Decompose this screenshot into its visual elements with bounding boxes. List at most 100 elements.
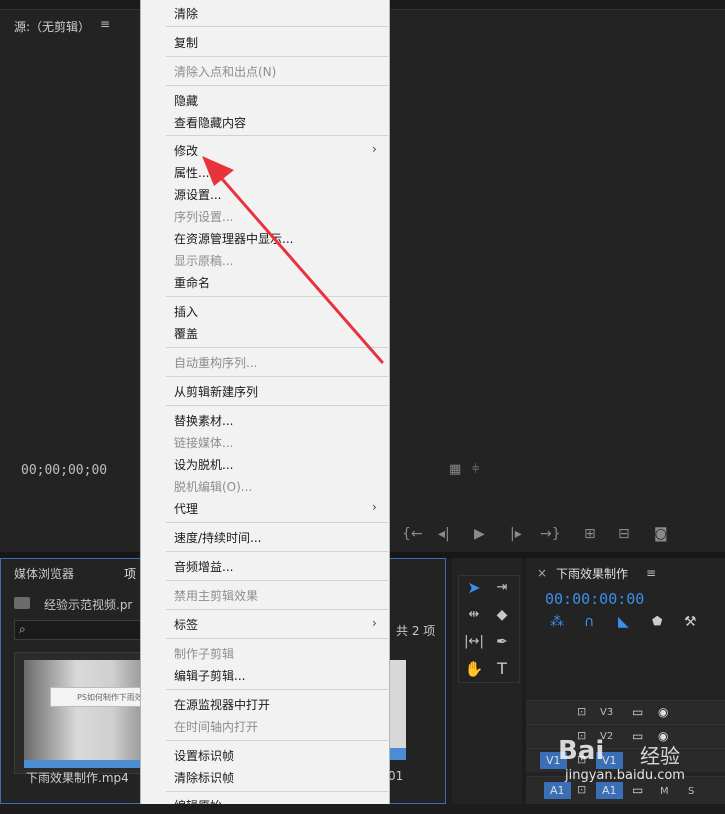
play-icon[interactable]: ▶ (474, 526, 485, 542)
timeline-timecode[interactable]: 00:00:00:00 (545, 590, 644, 608)
menu-item-hide[interactable]: 隐藏 (174, 92, 198, 109)
source-timecode[interactable]: 00;00;00;00 (21, 463, 107, 478)
menu-item-make-offline[interactable]: 设为脱机... (174, 456, 233, 473)
lock-icon[interactable]: ⊡ (577, 705, 586, 718)
menu-separator (166, 638, 388, 639)
pen-tool-icon[interactable]: ✒ (490, 631, 514, 653)
menu-item-view-hidden[interactable]: 查看隐藏内容 (174, 114, 246, 131)
tab-media-browser[interactable]: 媒体浏览器 (14, 565, 74, 582)
eye-icon[interactable]: ◉ (658, 705, 668, 719)
menu-item-new-sequence-from-clip[interactable]: 从剪辑新建序列 (174, 383, 258, 400)
menu-item-edit-subclip[interactable]: 编辑子剪辑... (174, 667, 245, 684)
nest-icon[interactable]: ⁂ (550, 614, 564, 630)
mute-track-icon[interactable]: M (660, 786, 669, 797)
overwrite-icon[interactable]: ⊟ (618, 526, 630, 542)
menu-item-speed-duration[interactable]: 速度/持续时间... (174, 529, 262, 546)
watermark-url: jingyan.baidu.com (565, 768, 685, 783)
menu-item-overwrite[interactable]: 覆盖 (174, 325, 198, 342)
type-tool-icon[interactable]: T (490, 658, 514, 680)
menu-item-insert[interactable]: 插入 (174, 303, 198, 320)
menu-item-edit-offline[interactable]: 脱机编辑(O)... (174, 478, 252, 495)
track-label-v3: V3 (600, 707, 614, 718)
menu-separator (166, 376, 388, 377)
menu-separator (166, 296, 388, 297)
track-select-tool-icon[interactable]: ⇥ (490, 577, 514, 599)
selection-tool-icon[interactable]: ➤ (462, 577, 486, 599)
marker-icon[interactable]: ⬟ (652, 614, 662, 628)
slip-tool-icon[interactable]: |↔| (462, 631, 486, 653)
menu-item-rename[interactable]: 重命名 (174, 274, 210, 291)
razor-tool-icon[interactable]: ◆ (490, 604, 514, 626)
project-name: 经验示范视频.pr (44, 598, 133, 612)
menu-item-clear-poster-frame[interactable]: 清除标识帧 (174, 769, 234, 786)
camera-icon[interactable]: ◙ (654, 526, 668, 542)
menu-item-make-subclip[interactable]: 制作子剪辑 (174, 645, 234, 662)
menu-separator (166, 740, 388, 741)
menu-item-modify[interactable]: 修改 (174, 142, 198, 159)
panel-menu-icon[interactable]: ≡ (100, 17, 110, 31)
watermark-logo: Bai (558, 736, 605, 766)
clip-name[interactable]: 下雨效果制作.mp4 (26, 769, 129, 786)
menu-item-auto-reframe[interactable]: 自动重构序列... (174, 354, 257, 371)
hand-tool-icon[interactable]: ✋ (462, 658, 486, 680)
ripple-edit-tool-icon[interactable]: ⇹ (462, 604, 486, 626)
menu-separator (166, 347, 388, 348)
lock-icon[interactable]: ⊡ (577, 783, 586, 796)
menu-item-open-in-timeline[interactable]: 在时间轴内打开 (174, 718, 258, 735)
track-row-v3 (526, 700, 725, 724)
menu-item-audio-gain[interactable]: 音频增益... (174, 558, 233, 575)
item-count: 共 2 项 (396, 624, 436, 638)
project-search-input[interactable] (14, 620, 144, 640)
search-icon: ⌕ (19, 622, 26, 636)
menu-item-clear-in-out[interactable]: 清除入点和出点(N) (174, 63, 276, 80)
menu-item-set-poster-frame[interactable]: 设置标识帧 (174, 747, 234, 764)
menu-item-properties[interactable]: 属性... (174, 164, 209, 181)
menu-item-reveal-original[interactable]: 显示原稿... (174, 252, 233, 269)
submenu-chevron-icon: › (372, 500, 377, 514)
timeline-title[interactable]: 下雨效果制作 (556, 565, 628, 582)
menu-item-open-in-source-monitor[interactable]: 在源监视器中打开 (174, 696, 270, 713)
go-to-out-icon[interactable]: →} (540, 526, 561, 542)
clip-preview-image[interactable] (24, 660, 142, 760)
menu-separator (166, 551, 388, 552)
menu-item-sequence-settings[interactable]: 序列设置... (174, 208, 233, 225)
source-patch-a1[interactable]: A1 (544, 782, 571, 799)
menu-separator (166, 85, 388, 86)
wrench-icon[interactable]: ⚒ (684, 614, 697, 630)
submenu-chevron-icon: › (372, 616, 377, 630)
menu-item-proxy[interactable]: 代理 (174, 500, 198, 517)
tab-project[interactable]: 项 (124, 565, 136, 582)
menu-item-clear[interactable]: 清除 (174, 5, 198, 22)
submenu-chevron-icon: › (372, 142, 377, 156)
menu-separator (166, 791, 388, 792)
folder-icon (14, 597, 30, 609)
close-icon[interactable]: × (537, 566, 547, 580)
menu-item-edit-original[interactable]: 编辑原始 (174, 797, 222, 814)
menu-item-replace-footage[interactable]: 替换素材... (174, 412, 233, 429)
watermark-brand-text: 经验 (640, 744, 680, 768)
step-forward-icon[interactable]: |▸ (510, 526, 522, 542)
solo-track-icon[interactable]: S (688, 786, 694, 797)
drag-audio-icon[interactable]: ⫩ (472, 462, 479, 477)
menu-separator (166, 522, 388, 523)
clip-2-bar (388, 748, 406, 760)
menu-item-reveal-in-explorer[interactable]: 在资源管理器中显示... (174, 230, 293, 247)
source-monitor-title[interactable]: 源:（无剪辑） (14, 18, 90, 35)
panel-menu-icon[interactable]: ≡ (646, 566, 656, 580)
menu-item-source-settings[interactable]: 源设置... (174, 186, 221, 203)
menu-item-label[interactable]: 标签 (174, 616, 198, 633)
go-to-in-icon[interactable]: {← (402, 526, 423, 542)
track-target-a1[interactable]: A1 (596, 782, 623, 799)
menu-item-duplicate[interactable]: 复制 (174, 34, 198, 51)
menu-separator (166, 135, 388, 136)
snap-icon[interactable]: ∩ (584, 614, 594, 630)
drag-video-icon[interactable]: ▦ (449, 462, 461, 477)
insert-icon[interactable]: ⊞ (584, 526, 596, 542)
menu-item-link-media[interactable]: 链接媒体... (174, 434, 233, 451)
toggle-track-output-icon[interactable]: ▭ (632, 783, 643, 797)
step-back-icon[interactable]: ◂| (438, 526, 450, 542)
menu-item-disable-master-effects[interactable]: 禁用主剪辑效果 (174, 587, 258, 604)
film-icon[interactable]: ▭ (632, 705, 643, 719)
clip-thumbnail-2[interactable] (388, 660, 406, 760)
linked-selection-icon[interactable]: ◣ (618, 614, 629, 630)
